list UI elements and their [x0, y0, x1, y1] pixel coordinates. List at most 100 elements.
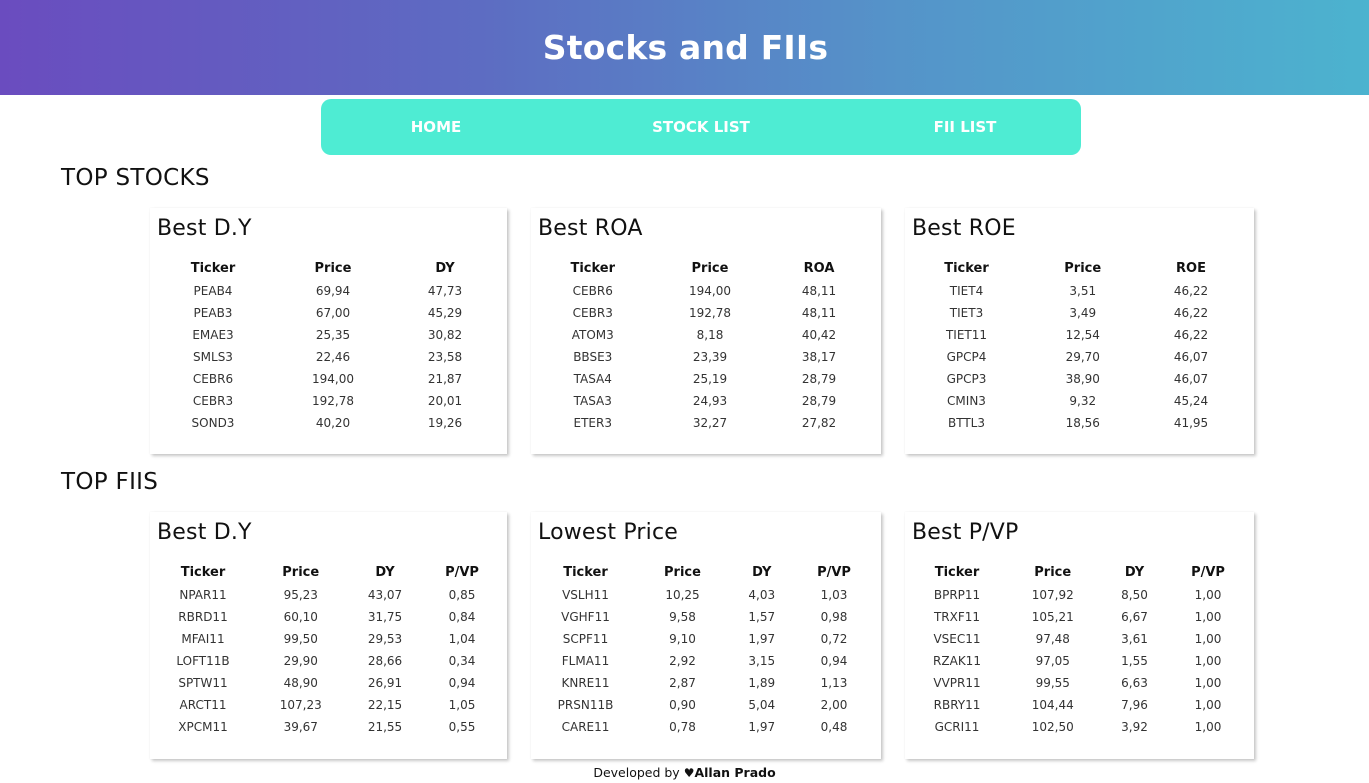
value-cell: 0,85 — [448, 588, 476, 602]
value-cell: 1,03 — [820, 588, 848, 602]
card-title: Best ROA — [538, 216, 643, 241]
value-cell: 1,97 — [748, 632, 776, 646]
nav-stock-list[interactable]: STOCK LIST — [652, 99, 750, 155]
value-cell: 192,78 — [689, 306, 731, 320]
value-cell: 28,79 — [801, 372, 837, 386]
value-cell: 6,63 — [1121, 676, 1148, 690]
table-row: EMAE3 25,35 30,82 — [150, 324, 500, 346]
value-cell: 46,07 — [1173, 350, 1209, 364]
ticker-cell: SCPF11 — [562, 632, 609, 646]
card-title: Best D.Y — [157, 520, 252, 545]
value-cell: 46,07 — [1173, 372, 1209, 386]
value-cell: 1,55 — [1121, 654, 1148, 668]
fiis-card-2: Lowest Price Ticker Price DY P/VP VSLH11 10,25… — [531, 512, 881, 759]
value-cell: 0,55 — [448, 720, 476, 734]
table-row: ARCT11 107,23 22,15 1,05 — [150, 694, 500, 716]
card-title: Best P/VP — [912, 520, 1019, 545]
value-cell: 12,54 — [1065, 328, 1100, 342]
value-cell: 21,55 — [367, 720, 403, 734]
ticker-cell: PEAB3 — [193, 306, 233, 320]
value-cell: 0,34 — [448, 654, 476, 668]
column-header: Ticker — [190, 260, 236, 276]
table-header-row: Ticker Price ROE — [905, 256, 1245, 280]
table-row: XPCM11 39,67 21,55 0,55 — [150, 716, 500, 738]
value-cell: 21,87 — [427, 372, 463, 386]
value-cell: 43,07 — [367, 588, 403, 602]
value-cell: 1,89 — [748, 676, 776, 690]
value-cell: 1,00 — [1194, 588, 1222, 602]
table-row: VVPR11 99,55 6,63 1,00 — [905, 672, 1244, 694]
ticker-cell: CEBR3 — [572, 306, 613, 320]
value-cell: 1,04 — [448, 632, 476, 646]
value-cell: 23,58 — [427, 350, 463, 364]
stocks-card-1: Best D.Y Ticker Price DY PEAB4 69,94 47,73 PEAB… — [150, 208, 507, 454]
table-row: GCRI11 102,50 3,92 1,00 — [905, 716, 1244, 738]
footer-author: Allan Prado — [694, 765, 776, 780]
value-cell: 9,58 — [669, 610, 696, 624]
stocks-card-3: Best ROE Ticker Price ROE TIET4 3,51 46,22 TIET… — [905, 208, 1254, 454]
value-cell: 1,00 — [1194, 610, 1222, 624]
table-row: TIET4 3,51 46,22 — [905, 280, 1245, 302]
value-cell: 99,55 — [1035, 676, 1070, 690]
value-cell: 39,67 — [283, 720, 318, 734]
table-row: ETER3 32,27 27,82 — [531, 412, 873, 434]
value-cell: 1,97 — [748, 720, 776, 734]
value-cell: 4,03 — [748, 588, 776, 602]
value-cell: 5,04 — [748, 698, 776, 712]
section-title-fiis: TOP FIIS — [61, 469, 159, 495]
ticker-cell: TASA4 — [573, 372, 612, 386]
column-header: P/VP — [817, 564, 851, 580]
value-cell: 28,79 — [801, 394, 837, 408]
ticker-cell: TASA3 — [573, 394, 612, 408]
value-cell: 95,23 — [283, 588, 318, 602]
value-cell: 2,92 — [669, 654, 696, 668]
table-row: TASA3 24,93 28,79 — [531, 390, 873, 412]
ticker-cell: CMIN3 — [947, 394, 986, 408]
column-header: Price — [282, 564, 320, 580]
value-cell: 46,22 — [1173, 306, 1209, 320]
value-cell: 0,90 — [669, 698, 696, 712]
table-row: MFAI11 99,50 29,53 1,04 — [150, 628, 500, 650]
table-row: CEBR6 194,00 21,87 — [150, 368, 500, 390]
ticker-cell: GPCP3 — [946, 372, 987, 386]
table-row: TIET3 3,49 46,22 — [905, 302, 1245, 324]
table-row: PRSN11B 0,90 5,04 2,00 — [531, 694, 870, 716]
table-header-row: Ticker Price DY P/VP — [150, 560, 500, 584]
column-header: DY — [375, 564, 395, 580]
table-row: CEBR6 194,00 48,11 — [531, 280, 873, 302]
value-cell: 0,94 — [448, 676, 476, 690]
nav-fii-list[interactable]: FII LIST — [934, 99, 997, 155]
table-row: CMIN3 9,32 45,24 — [905, 390, 1245, 412]
value-cell: 194,00 — [312, 372, 354, 386]
column-header: DY — [752, 564, 772, 580]
value-cell: 8,18 — [696, 328, 724, 342]
value-cell: 7,96 — [1121, 698, 1148, 712]
table-header-row: Ticker Price DY P/VP — [531, 560, 870, 584]
ticker-cell: KNRE11 — [561, 676, 610, 690]
value-cell: 25,35 — [315, 328, 351, 342]
column-header: DY — [1124, 564, 1145, 580]
value-cell: 2,00 — [820, 698, 848, 712]
value-cell: 24,93 — [692, 394, 728, 408]
value-cell: 0,78 — [669, 720, 696, 734]
footer: Developed by ♥Allan Prado — [0, 765, 1369, 780]
value-cell: 0,48 — [820, 720, 848, 734]
ticker-cell: EMAE3 — [192, 328, 234, 342]
column-header: Ticker — [944, 260, 989, 276]
ticker-cell: VSEC11 — [933, 632, 981, 646]
ticker-cell: ETER3 — [573, 416, 612, 430]
value-cell: 99,50 — [283, 632, 318, 646]
value-cell: 18,56 — [1065, 416, 1100, 430]
value-cell: 46,22 — [1173, 284, 1209, 298]
value-cell: 6,67 — [1121, 610, 1148, 624]
card-title: Lowest Price — [538, 520, 679, 545]
ranking-table: Ticker Price DY P/VP VSLH11 10,25 4,03 1,03 VGHF… — [531, 560, 870, 738]
table-row: TIET11 12,54 46,22 — [905, 324, 1245, 346]
value-cell: 8,50 — [1121, 588, 1148, 602]
ticker-cell: BTTL3 — [947, 416, 985, 430]
column-header: Price — [691, 260, 729, 276]
nav-home[interactable]: HOME — [411, 99, 461, 155]
value-cell: 23,39 — [692, 350, 728, 364]
value-cell: 32,27 — [692, 416, 728, 430]
ticker-cell: BPRP11 — [933, 588, 981, 602]
